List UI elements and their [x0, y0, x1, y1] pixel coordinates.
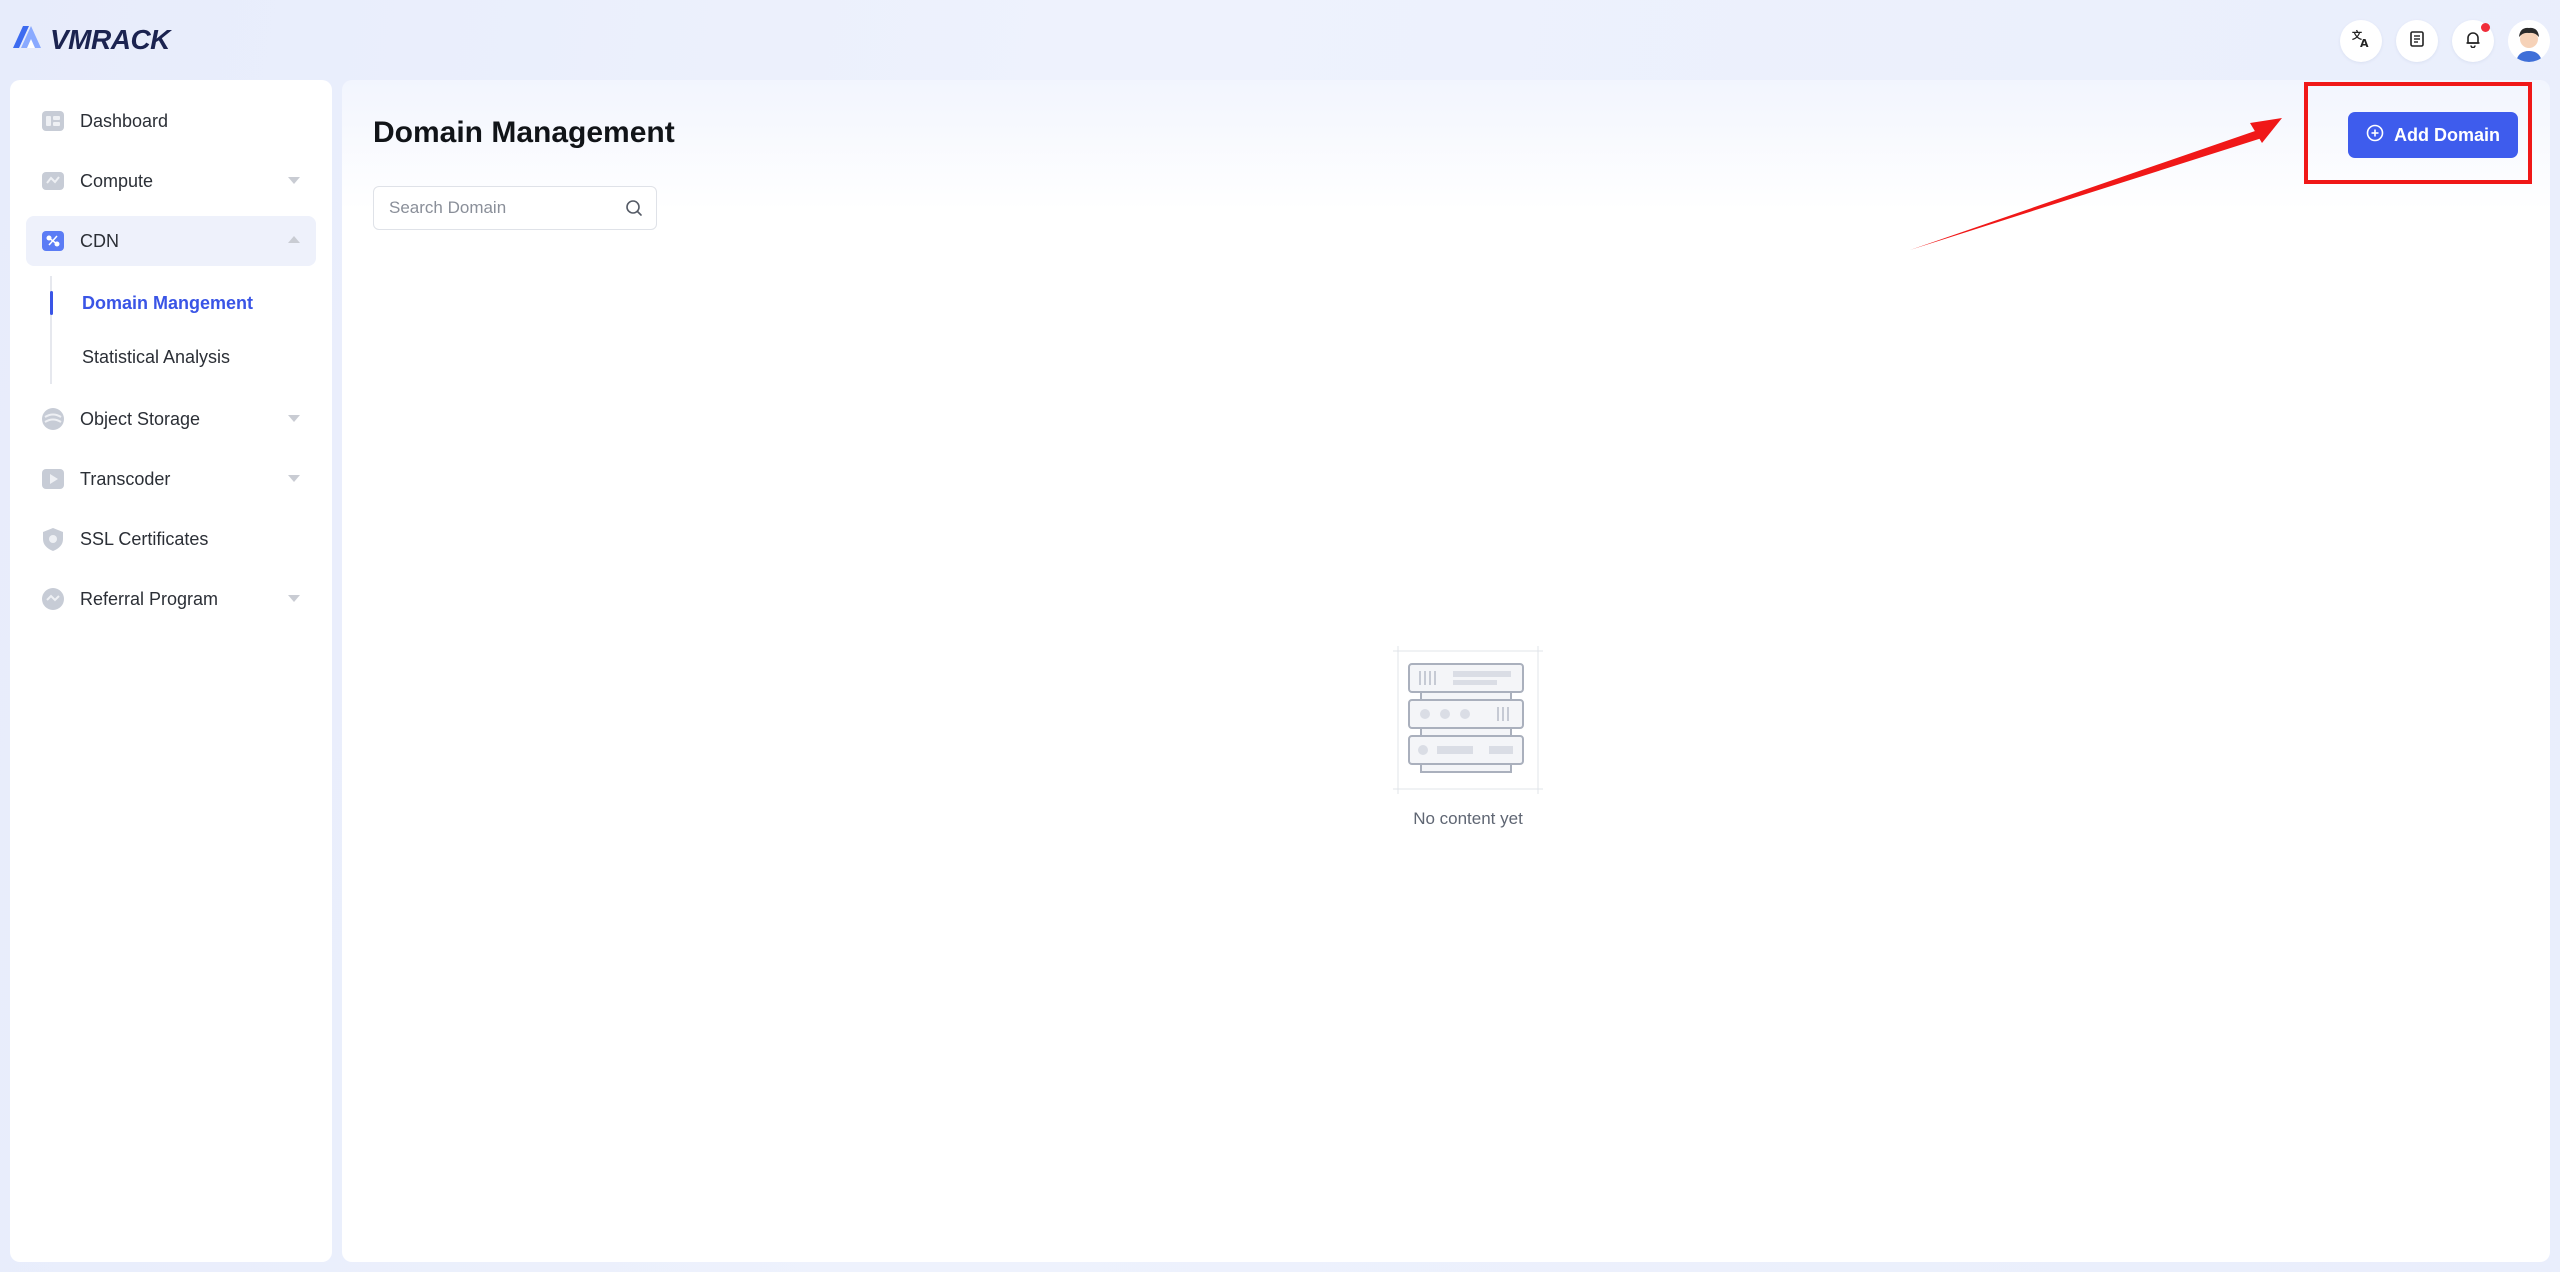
sidebar-item-transcoder[interactable]: Transcoder	[26, 454, 316, 504]
chevron-up-icon	[288, 236, 300, 243]
notifications-button[interactable]	[2452, 20, 2494, 62]
language-button[interactable]: 文 A	[2340, 20, 2382, 62]
shield-icon	[40, 526, 66, 552]
chevron-down-icon	[288, 595, 300, 602]
search-icon[interactable]	[612, 199, 656, 217]
empty-state-text: No content yet	[1413, 809, 1523, 828]
sidebar-item-cdn[interactable]: CDN	[26, 216, 316, 266]
top-bar: VMRACK 文 A	[0, 0, 2560, 80]
sidebar-item-label: Object Storage	[80, 408, 201, 429]
transcoder-icon	[40, 466, 66, 492]
vmrack-logo-icon	[10, 22, 44, 57]
sidebar-nav-lower: Object Storage Transcoder SSL Certificat…	[10, 394, 332, 624]
sidebar-item-label: CDN	[80, 230, 119, 251]
annotation-highlight-box	[2304, 82, 2532, 184]
cdn-subnav: Domain Mangement Statistical Analysis	[10, 276, 332, 384]
brand-logo[interactable]: VMRACK	[10, 22, 170, 57]
bell-icon	[2464, 30, 2482, 53]
sidebar-item-ssl-certificates[interactable]: SSL Certificates	[26, 514, 316, 564]
svg-text:A: A	[2360, 37, 2369, 49]
storage-icon	[40, 406, 66, 432]
main-content: Domain Management Add Domain	[342, 80, 2550, 1262]
sidebar-item-dashboard[interactable]: Dashboard	[26, 96, 316, 146]
sidebar-item-object-storage[interactable]: Object Storage	[26, 394, 316, 444]
server-rack-icon	[1393, 646, 1543, 798]
sidebar: Dashboard Compute CDN Domain Mangement S…	[10, 80, 332, 1262]
sidebar-item-label: Dashboard	[80, 110, 169, 131]
search-domain-input[interactable]	[374, 187, 612, 229]
sidebar-item-label: SSL Certificates	[80, 528, 209, 549]
header-actions: 文 A	[2340, 20, 2550, 62]
search-domain-box	[373, 186, 657, 230]
sidebar-item-referral-program[interactable]: Referral Program	[26, 574, 316, 624]
translate-icon: 文 A	[2351, 29, 2371, 54]
document-icon	[2408, 30, 2426, 53]
sidebar-subitem-domain-management[interactable]: Domain Mangement	[10, 276, 332, 330]
sidebar-subitem-statistical-analysis[interactable]: Statistical Analysis	[10, 330, 332, 384]
brand-name: VMRACK	[50, 23, 170, 55]
page-title: Domain Management	[373, 116, 675, 149]
sidebar-item-label: Transcoder	[80, 468, 171, 489]
sidebar-item-label: Referral Program	[80, 588, 219, 609]
referral-icon	[40, 586, 66, 612]
sidebar-item-compute[interactable]: Compute	[26, 156, 316, 206]
user-avatar[interactable]	[2508, 20, 2550, 62]
compute-icon	[40, 168, 66, 194]
sidebar-nav: Dashboard Compute CDN	[10, 80, 332, 266]
chevron-down-icon	[288, 475, 300, 482]
documents-button[interactable]	[2396, 20, 2438, 62]
chevron-down-icon	[288, 415, 300, 422]
sidebar-item-label: Compute	[80, 170, 154, 191]
chevron-down-icon	[288, 177, 300, 184]
dashboard-icon	[40, 108, 66, 134]
notification-dot	[2481, 23, 2490, 32]
empty-state: No content yet	[1368, 646, 1568, 829]
cdn-icon	[40, 228, 66, 254]
